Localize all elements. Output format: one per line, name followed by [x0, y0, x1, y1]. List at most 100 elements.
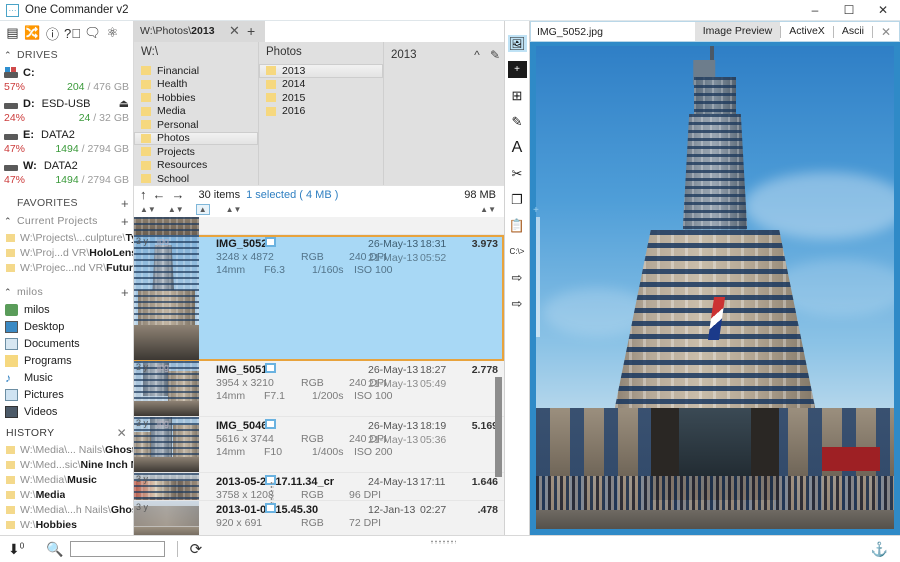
tree-item[interactable]: Media: [134, 105, 258, 119]
sidebar-item-desktop[interactable]: Desktop: [0, 318, 133, 335]
sidebar-item-programs[interactable]: Programs: [0, 352, 133, 369]
comment-icon[interactable]: 🗨: [84, 25, 101, 42]
table-row[interactable]: 3 y 2013-05-24 17.11.34_cr 3758 x 1208 R…: [134, 473, 504, 501]
maximize-button[interactable]: ☐: [832, 0, 866, 21]
tab-ascii[interactable]: Ascii: [834, 22, 872, 41]
tab-photos-2013[interactable]: W:\Photos\2013: [134, 21, 241, 42]
tab-image-preview[interactable]: Image Preview: [695, 22, 780, 41]
table-row[interactable]: [134, 217, 504, 235]
preview-image[interactable]: [536, 46, 894, 529]
tree-item-2014[interactable]: 2014: [259, 78, 383, 92]
sliders-icon[interactable]: 🔀: [24, 25, 41, 42]
tree-item[interactable]: Personal: [134, 118, 258, 132]
search-icon[interactable]: 🔍: [46, 541, 63, 558]
new-file-icon[interactable]: ⊞: [508, 87, 527, 104]
sidebar-item-milos[interactable]: milos: [0, 301, 133, 318]
sidebar-item-documents[interactable]: Documents: [0, 335, 133, 352]
tree-item-2015[interactable]: 2015: [259, 91, 383, 105]
sort-type-active[interactable]: ▲: [196, 204, 210, 215]
drive-item[interactable]: E: DATA2 47% 1494 / 2794 GB: [0, 126, 133, 157]
back-button[interactable]: ←: [153, 187, 166, 202]
text-icon[interactable]: A: [508, 139, 527, 156]
file-list[interactable]: 3 y jpg IMG_5052 3248 x 4872 RGB 240 DPI…: [134, 217, 504, 535]
drive-percent: 47%: [4, 143, 25, 155]
cut-icon[interactable]: ✂: [508, 165, 527, 182]
sidebar-item-videos[interactable]: Videos: [0, 403, 133, 420]
table-row[interactable]: 3 y jpg IMG_5046 5616 x 3744 RGB 240 DPI…: [134, 417, 504, 473]
panels-icon[interactable]: ▤: [4, 25, 21, 42]
table-row[interactable]: 3 y 2013-01-06 15.45.30 920 x 691 RGB 72…: [134, 501, 504, 535]
close-button[interactable]: ✕: [866, 0, 900, 21]
scrollbar-thumb[interactable]: [495, 377, 502, 477]
minimize-button[interactable]: –: [798, 0, 832, 21]
panel-resize-handle[interactable]: [270, 481, 274, 503]
sidebar-item-pictures[interactable]: Pictures: [0, 386, 133, 403]
search-input[interactable]: [70, 541, 165, 557]
atom-icon[interactable]: ⚛: [104, 25, 121, 42]
list-item[interactable]: W:\Projects\...culpture\Tyrion: [0, 230, 133, 245]
tab-activex[interactable]: ActiveX: [781, 22, 833, 41]
tree-item[interactable]: Resources: [134, 159, 258, 173]
user-section-header[interactable]: ⌃ milos +: [0, 283, 133, 301]
download-icon[interactable]: ⬇0: [8, 541, 24, 558]
add-place-button[interactable]: +: [117, 285, 133, 300]
up-button[interactable]: ↑: [140, 187, 147, 202]
image-preview-icon[interactable]: 🖼: [508, 35, 527, 52]
close-preview-icon[interactable]: ✕: [873, 25, 899, 39]
zoom-slider[interactable]: +: [533, 217, 543, 337]
copy-to-icon[interactable]: ⇨: [508, 295, 527, 312]
rename-icon[interactable]: ✎: [508, 113, 527, 130]
drive-item[interactable]: D: ESD-USB ⏏ 24% 24 / 32 GB: [0, 95, 133, 126]
drive-item[interactable]: W: DATA2 47% 1494 / 2794 GB: [0, 157, 133, 188]
favorites-section-header[interactable]: FAVORITES +: [0, 194, 133, 212]
new-folder-icon[interactable]: +: [508, 61, 527, 78]
collapse-icon[interactable]: ^: [468, 48, 486, 62]
list-item[interactable]: W:\Projec...nd VR\Future Boy: [0, 260, 133, 275]
refresh-icon[interactable]: ⟳: [190, 540, 203, 558]
list-item[interactable]: W:\Media\...h Nails\Ghosts I: [0, 502, 133, 517]
move-to-icon[interactable]: ⇨: [508, 269, 527, 286]
list-item[interactable]: W:\Media\... Nails\Ghosts I-IV: [0, 442, 133, 457]
sort-name[interactable]: ▲▼: [140, 205, 156, 214]
add-favorite-button[interactable]: +: [117, 196, 133, 211]
paste-icon[interactable]: 📋: [508, 217, 527, 234]
list-item[interactable]: W:\Med...sic\Nine Inch Nails: [0, 457, 133, 472]
zoom-slider-track[interactable]: [536, 217, 540, 337]
copy-icon[interactable]: ❐: [508, 191, 527, 208]
list-item[interactable]: W:\Media\Music: [0, 472, 133, 487]
sort-date[interactable]: ▲▼: [168, 205, 184, 214]
sort-size[interactable]: ▲▼: [480, 205, 496, 214]
help-icon[interactable]: ?⃝: [64, 25, 81, 42]
tree-item[interactable]: Projects: [134, 145, 258, 159]
tree-item-2013[interactable]: 2013: [259, 64, 383, 78]
clear-history-icon[interactable]: ✕: [117, 426, 127, 440]
add-project-button[interactable]: +: [117, 214, 133, 229]
table-row[interactable]: 3 y jpg IMG_5052 3248 x 4872 RGB 240 DPI…: [134, 235, 504, 361]
tree-item-photos[interactable]: Photos: [134, 132, 258, 146]
drive-item[interactable]: C: 57% 204 / 476 GB: [0, 64, 133, 95]
zoom-in-icon[interactable]: +: [533, 205, 539, 216]
sort-extra[interactable]: ▲▼: [226, 205, 242, 214]
sidebar-item-music[interactable]: ♪ Music: [0, 369, 133, 386]
info-icon[interactable]: ⓘ: [44, 25, 61, 42]
tree-item-2016[interactable]: 2016: [259, 105, 383, 119]
edit-icon[interactable]: ✎: [486, 48, 504, 62]
tree-item[interactable]: Financial: [134, 64, 258, 78]
console-icon[interactable]: C:\>: [508, 243, 527, 260]
new-tab-icon[interactable]: +: [247, 23, 255, 39]
current-projects-header[interactable]: ⌃ Current Projects +: [0, 212, 133, 230]
close-tab-icon[interactable]: ✕: [229, 23, 240, 39]
status-resize-handle[interactable]: [430, 540, 456, 544]
list-item[interactable]: W:\Proj...d VR\HoloLens Draw: [0, 245, 133, 260]
drives-section-header[interactable]: ⌃ DRIVES: [0, 46, 133, 64]
eject-icon[interactable]: ⏏: [119, 97, 129, 110]
forward-button[interactable]: →: [172, 187, 185, 202]
list-item[interactable]: W:\Media: [0, 487, 133, 502]
table-row[interactable]: 3 y jpg IMG_5051 3954 x 3210 RGB 240 DPI…: [134, 361, 504, 417]
list-item[interactable]: W:\Hobbies: [0, 517, 133, 532]
tree-item[interactable]: School: [134, 172, 258, 186]
tree-item[interactable]: Hobbies: [134, 91, 258, 105]
tree-item[interactable]: Health: [134, 78, 258, 92]
history-section-header[interactable]: HISTORY ✕: [0, 424, 133, 442]
anchor-icon[interactable]: ⚓: [871, 541, 888, 558]
